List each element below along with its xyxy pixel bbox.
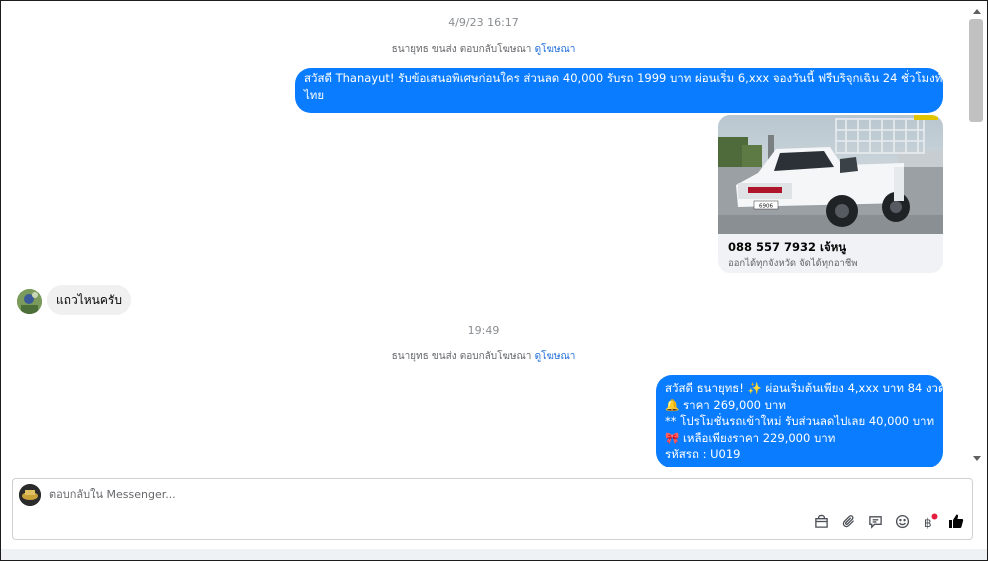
scroll-down-arrow-icon[interactable] — [973, 456, 981, 461]
payment-icon[interactable]: ฿ — [919, 511, 939, 531]
message-line: รหัสรถ : U019 — [665, 447, 741, 461]
chat-scrollbar[interactable] — [966, 1, 987, 467]
outgoing-message-first[interactable]: สวัสดี Thanayut! รับข้อเสนอพิเศษก่อนใคร … — [295, 68, 949, 113]
message-line: สวัสดี Thanayut! รับข้อเสนอพิเศษก่อนใคร … — [304, 71, 949, 85]
message-line: 🔔 ราคา 269,000 บาท — [665, 397, 786, 412]
view-ad-link[interactable]: ดูโฆษณา — [535, 351, 576, 362]
ad-reply-notice-text: ธนายุทธ ขนส่ง ตอบกลับโฆษณา — [391, 44, 532, 55]
like-icon[interactable] — [946, 511, 966, 531]
ad-reply-notice: ธนายุทธ ขนส่ง ตอบกลับโฆษณา ดูโฆษณา — [1, 42, 966, 57]
message-line: ไทย — [304, 87, 325, 102]
ad-truck-image: 6906 — [718, 115, 943, 234]
saved-reply-icon[interactable] — [865, 511, 885, 531]
outgoing-message-second[interactable]: สวัสดี ธนายุทธ! ✨ ผ่อนเริ่มต้นเพียง 4,xx… — [656, 375, 946, 467]
incoming-message[interactable]: แถวไหนครับ — [47, 285, 131, 315]
page-avatar-image — [19, 484, 41, 506]
scroll-thumb[interactable] — [969, 19, 983, 122]
conversation-thread: 4/9/23 16:17 ธนายุทธ ขนส่ง ตอบกลับโฆษณา … — [1, 1, 966, 467]
ad-card-subtitle: ออกได้ทุกจังหวัด จัดได้ทุกอาชีพ — [728, 258, 858, 269]
timestamp-second: 19:49 — [467, 324, 500, 337]
svg-text:฿: ฿ — [924, 516, 932, 530]
reply-input[interactable] — [49, 488, 649, 501]
ad-card[interactable]: 6906 088 557 7932 เจ้หนู ออกได้ทุกจังหวั… — [718, 115, 943, 273]
message-line: 🎀 เหลือเพียงราคา 229,000 บาท — [665, 430, 836, 445]
attachment-icon[interactable] — [838, 511, 858, 531]
plate-text: 6906 — [759, 204, 773, 210]
ad-reply-notice-text: ธนายุทธ ขนส่ง ตอบกลับโฆษณา — [391, 351, 532, 362]
message-line: ** โปรโมชั่นรถเข้าใหม่ รับส่วนลดไปเลย 40… — [665, 414, 935, 428]
message-composer: ฿ — [12, 478, 973, 540]
avatar-image — [17, 289, 42, 314]
window-status-strip — [1, 549, 987, 560]
ad-reply-notice: ธนายุทธ ขนส่ง ตอบกลับโฆษณา ดูโฆษณา — [1, 349, 966, 364]
scroll-up-arrow-icon[interactable] — [973, 9, 981, 14]
shop-icon[interactable] — [811, 511, 831, 531]
ad-card-title: 088 557 7932 เจ้หนู — [728, 240, 847, 254]
message-line: สวัสดี ธนายุทธ! ✨ ผ่อนเริ่มต้นเพียง 4,xx… — [665, 381, 946, 395]
view-ad-link[interactable]: ดูโฆษณา — [535, 44, 576, 55]
page-avatar — [19, 484, 41, 506]
timestamp-first: 4/9/23 16:17 — [448, 16, 519, 29]
contact-avatar[interactable] — [17, 289, 42, 314]
emoji-icon[interactable] — [892, 511, 912, 531]
